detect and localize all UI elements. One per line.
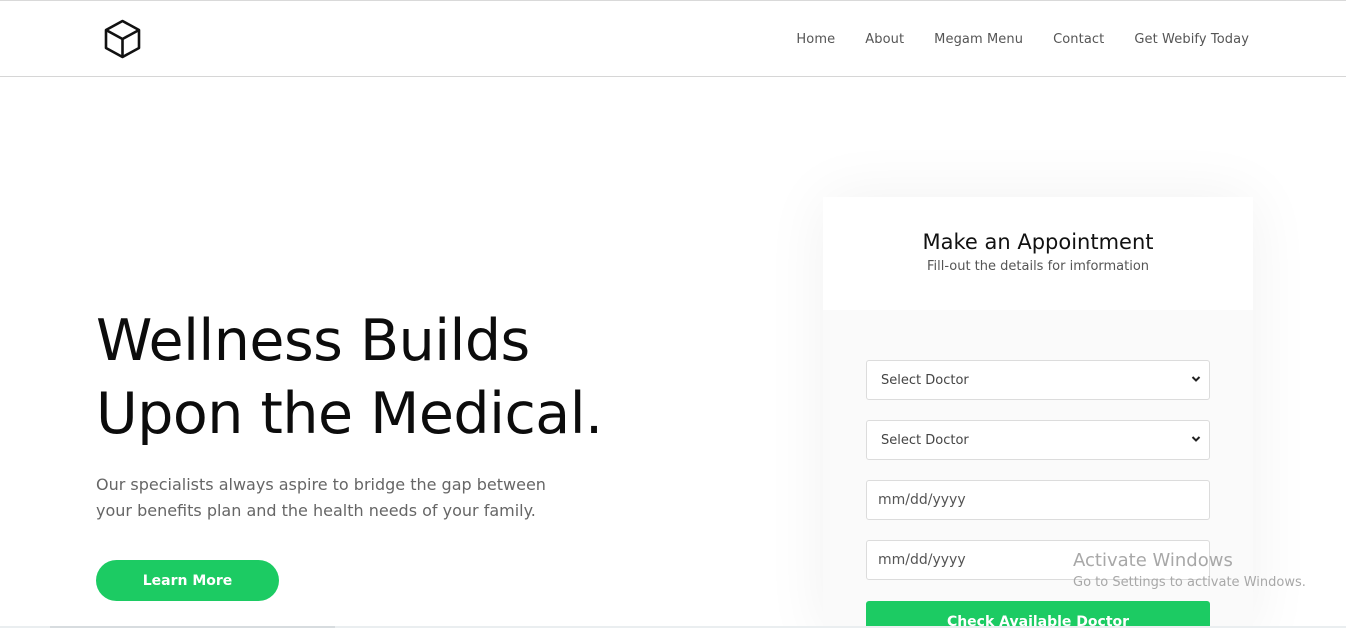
chevron-down-icon (1191, 376, 1201, 382)
hero-title-line-2: Upon the Medical. (96, 381, 603, 447)
cube-icon[interactable] (102, 18, 143, 60)
site-header: Home About Megam Menu Contact Get Webify… (0, 1, 1346, 77)
appointment-subtitle: Fill-out the details for imformation (926, 259, 1150, 274)
nav-get-webify[interactable]: Get Webify Today (1134, 32, 1249, 47)
appointment-header: Make an Appointment Fill-out the details… (823, 197, 1253, 310)
watermark-title: Activate Windows (1073, 550, 1233, 571)
appointment-title: Make an Appointment (922, 230, 1154, 254)
date-input-1-placeholder: mm/dd/yyyy (878, 492, 966, 508)
hero-title-line-1: Wellness Builds (96, 308, 530, 374)
date-input-2-placeholder: mm/dd/yyyy (878, 552, 966, 568)
nav-home[interactable]: Home (796, 32, 835, 47)
check-available-doctor-button[interactable]: Check Available Doctor (866, 601, 1210, 628)
chevron-down-icon (1191, 436, 1201, 442)
watermark-subtitle: Go to Settings to activate Windows. (1073, 575, 1306, 590)
learn-more-button[interactable]: Learn More (96, 560, 279, 601)
hero-subtitle: Our specialists always aspire to bridge … (96, 472, 616, 524)
date-input-1[interactable]: mm/dd/yyyy (866, 480, 1210, 520)
hero-subtitle-line-2: your benefits plan and the health needs … (96, 501, 536, 520)
hero-subtitle-line-1: Our specialists always aspire to bridge … (96, 475, 546, 494)
select-doctor-2-value: Select Doctor (881, 432, 969, 448)
main-nav: Home About Megam Menu Contact Get Webify… (796, 32, 1249, 47)
nav-about[interactable]: About (865, 32, 904, 47)
select-doctor-1[interactable]: Select Doctor (866, 360, 1210, 400)
activate-windows-watermark: Activate Windows Go to Settings to activ… (1073, 550, 1306, 593)
nav-mega-menu[interactable]: Megam Menu (934, 32, 1023, 47)
select-doctor-2[interactable]: Select Doctor (866, 420, 1210, 460)
nav-contact[interactable]: Contact (1053, 32, 1104, 47)
select-doctor-1-value: Select Doctor (881, 372, 969, 388)
hero-title: Wellness Builds Upon the Medical. (96, 305, 603, 451)
